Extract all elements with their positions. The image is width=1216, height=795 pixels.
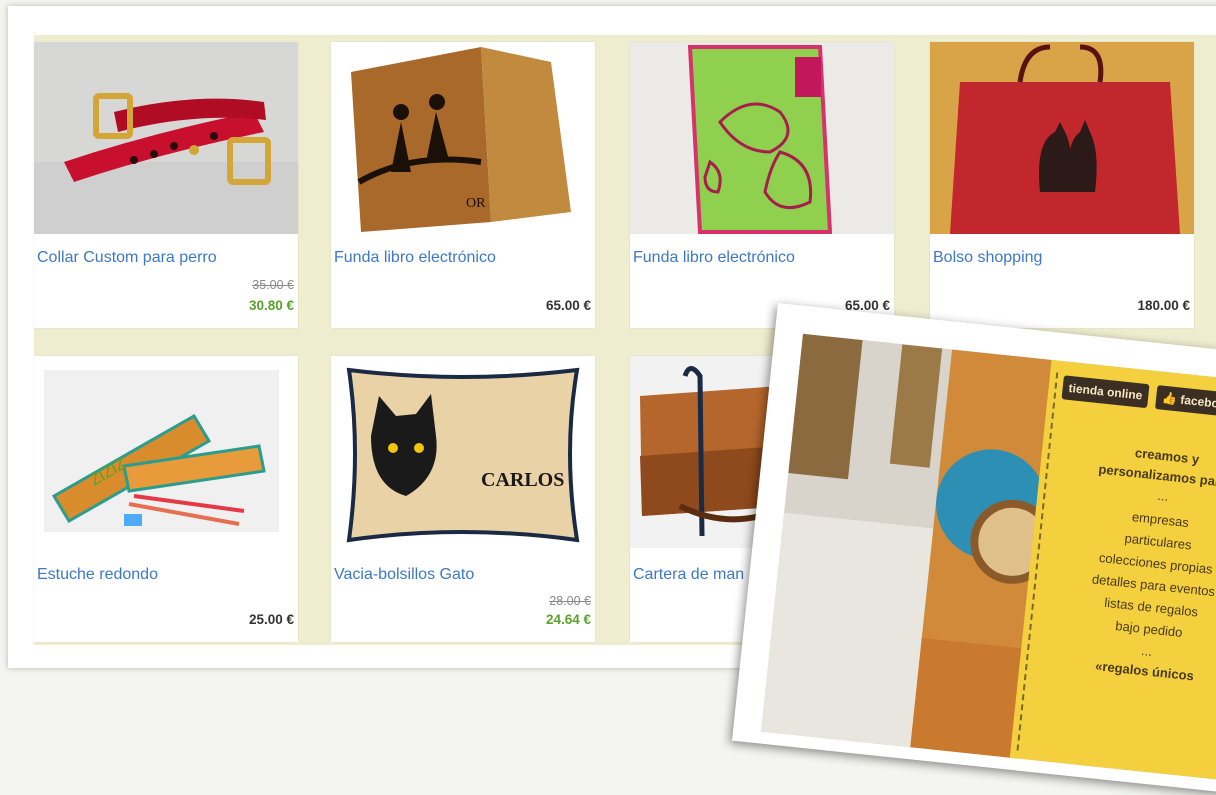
pencil-case-photo[interactable]: ZIZIZ: [34, 356, 298, 548]
product-card[interactable]: OR Funda libro electrónico 65.00 €: [331, 42, 595, 328]
product-title[interactable]: Funda libro electrónico: [334, 249, 496, 267]
price: 25.00 €: [248, 612, 294, 627]
cat-tray-photo[interactable]: CARLOS: [331, 356, 595, 548]
cat-tote-bag-photo[interactable]: [930, 42, 1194, 234]
old-price: 35.00 €: [252, 278, 294, 292]
product-title[interactable]: Bolso shopping: [933, 249, 1042, 267]
price: 65.00 €: [545, 298, 591, 313]
product-card[interactable]: ZIZIZ Estuche redondo 25.00 €: [34, 356, 298, 642]
product-card[interactable]: CARLOS Vacia-bolsillos Gato 28.00 € 24.6…: [331, 356, 595, 642]
thumbs-up-icon: 👍: [1161, 390, 1178, 407]
product-title[interactable]: Estuche redondo: [37, 566, 158, 584]
cover-initials-text: OR: [466, 196, 486, 211]
product-card[interactable]: Collar Custom para perro 35.00 € 30.80 €: [34, 42, 298, 328]
old-price: 28.00 €: [549, 594, 591, 608]
product-title[interactable]: Vacia-bolsillos Gato: [334, 566, 474, 584]
facebook-button[interactable]: 👍 facebook: [1154, 385, 1216, 418]
sale-price: 30.80 €: [248, 298, 294, 313]
product-title[interactable]: Collar Custom para perro: [37, 249, 217, 267]
price: 180.00 €: [1137, 298, 1190, 313]
product-card[interactable]: Bolso shopping 180.00 €: [930, 42, 1194, 328]
product-title[interactable]: Funda libro electrónico: [633, 249, 795, 267]
promo-photo: tienda online 👍 facebook creamos y perso…: [761, 333, 1216, 781]
tienda-online-button[interactable]: tienda online: [1061, 375, 1150, 409]
promo-photo-overlay: tienda online 👍 facebook creamos y perso…: [732, 303, 1216, 795]
ebook-cover-hikers-photo[interactable]: OR: [331, 42, 595, 234]
ebook-cover-paisley-photo[interactable]: [630, 42, 894, 234]
product-title[interactable]: Cartera de man: [633, 566, 744, 584]
facebook-label: facebook: [1179, 392, 1216, 413]
product-card[interactable]: Funda libro electrónico 65.00 €: [630, 42, 894, 328]
sale-price: 24.64 €: [545, 612, 591, 627]
dog-collar-photo[interactable]: [34, 42, 298, 234]
tray-name-text: CARLOS: [481, 469, 564, 491]
